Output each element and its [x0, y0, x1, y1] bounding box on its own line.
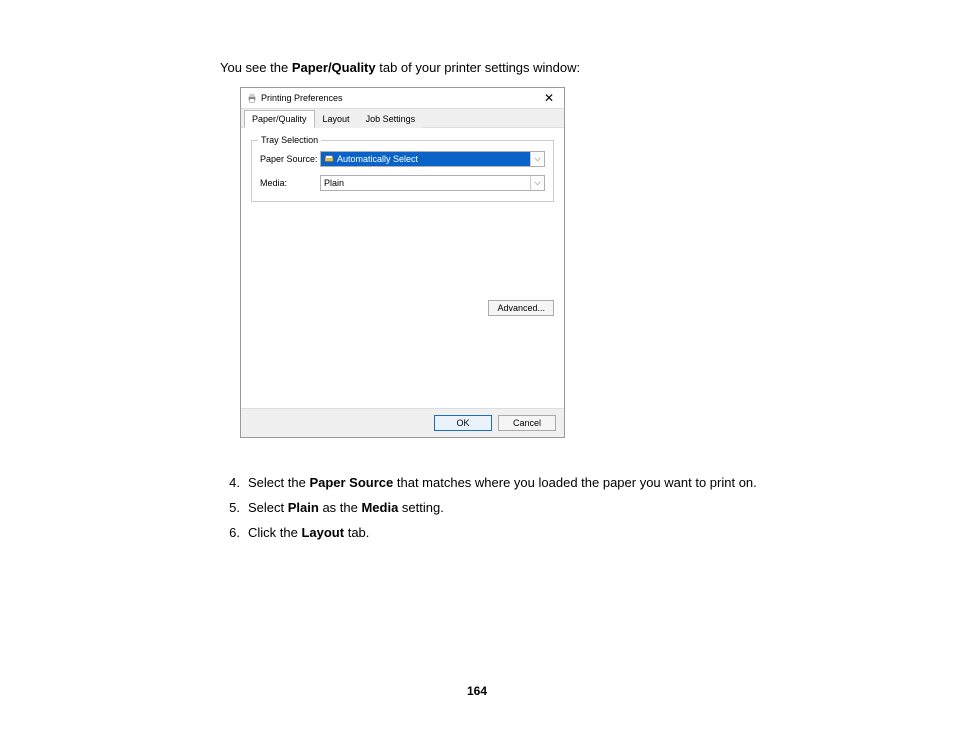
cancel-button[interactable]: Cancel — [498, 415, 556, 431]
step-6: 6. Click the Layout tab. — [220, 524, 884, 542]
dialog-title: Printing Preferences — [261, 93, 343, 103]
step-number: 5. — [220, 499, 240, 517]
media-label: Media: — [260, 178, 320, 188]
instruction-steps: 4. Select the Paper Source that matches … — [220, 474, 884, 543]
close-button[interactable]: ✕ — [540, 92, 558, 104]
dialog-body: Tray Selection Paper Source: Automatical — [241, 128, 564, 408]
step-text: Click the Layout tab. — [248, 524, 369, 542]
printer-icon — [247, 93, 257, 103]
ok-button[interactable]: OK — [434, 415, 492, 431]
tab-layout[interactable]: Layout — [315, 110, 358, 128]
tab-job-settings[interactable]: Job Settings — [358, 110, 424, 128]
dialog-footer: OK Cancel — [241, 408, 564, 437]
dialog-titlebar: Printing Preferences ✕ — [241, 88, 564, 108]
printing-preferences-dialog: Printing Preferences ✕ Paper/Quality Lay… — [240, 87, 565, 438]
media-value: Plain — [324, 178, 344, 188]
fieldset-legend: Tray Selection — [258, 135, 321, 145]
step-4: 4. Select the Paper Source that matches … — [220, 474, 884, 492]
step-number: 4. — [220, 474, 240, 492]
tab-paper-quality[interactable]: Paper/Quality — [244, 110, 315, 128]
tray-selection-fieldset: Tray Selection Paper Source: Automatical — [251, 140, 554, 202]
step-5: 5. Select Plain as the Media setting. — [220, 499, 884, 517]
intro-text: You see the Paper/Quality tab of your pr… — [220, 60, 884, 75]
paper-source-label: Paper Source: — [260, 154, 320, 164]
intro-bold: Paper/Quality — [292, 60, 376, 75]
advanced-button[interactable]: Advanced... — [488, 300, 554, 316]
media-combobox[interactable]: Plain ⌵ — [320, 175, 545, 191]
chevron-down-icon: ⌵ — [530, 152, 544, 166]
intro-post: tab of your printer settings window: — [376, 60, 581, 75]
paper-source-combobox[interactable]: Automatically Select ⌵ — [320, 151, 545, 167]
media-row: Media: Plain ⌵ — [260, 175, 545, 191]
tray-icon — [324, 155, 334, 163]
paper-source-value: Automatically Select — [337, 154, 418, 164]
step-text: Select the Paper Source that matches whe… — [248, 474, 757, 492]
chevron-down-icon: ⌵ — [530, 176, 544, 190]
paper-source-row: Paper Source: Automatically Select — [260, 151, 545, 167]
page-number: 164 — [0, 684, 954, 698]
step-number: 6. — [220, 524, 240, 542]
step-text: Select Plain as the Media setting. — [248, 499, 444, 517]
tab-strip: Paper/Quality Layout Job Settings — [241, 108, 564, 128]
intro-pre: You see the — [220, 60, 292, 75]
